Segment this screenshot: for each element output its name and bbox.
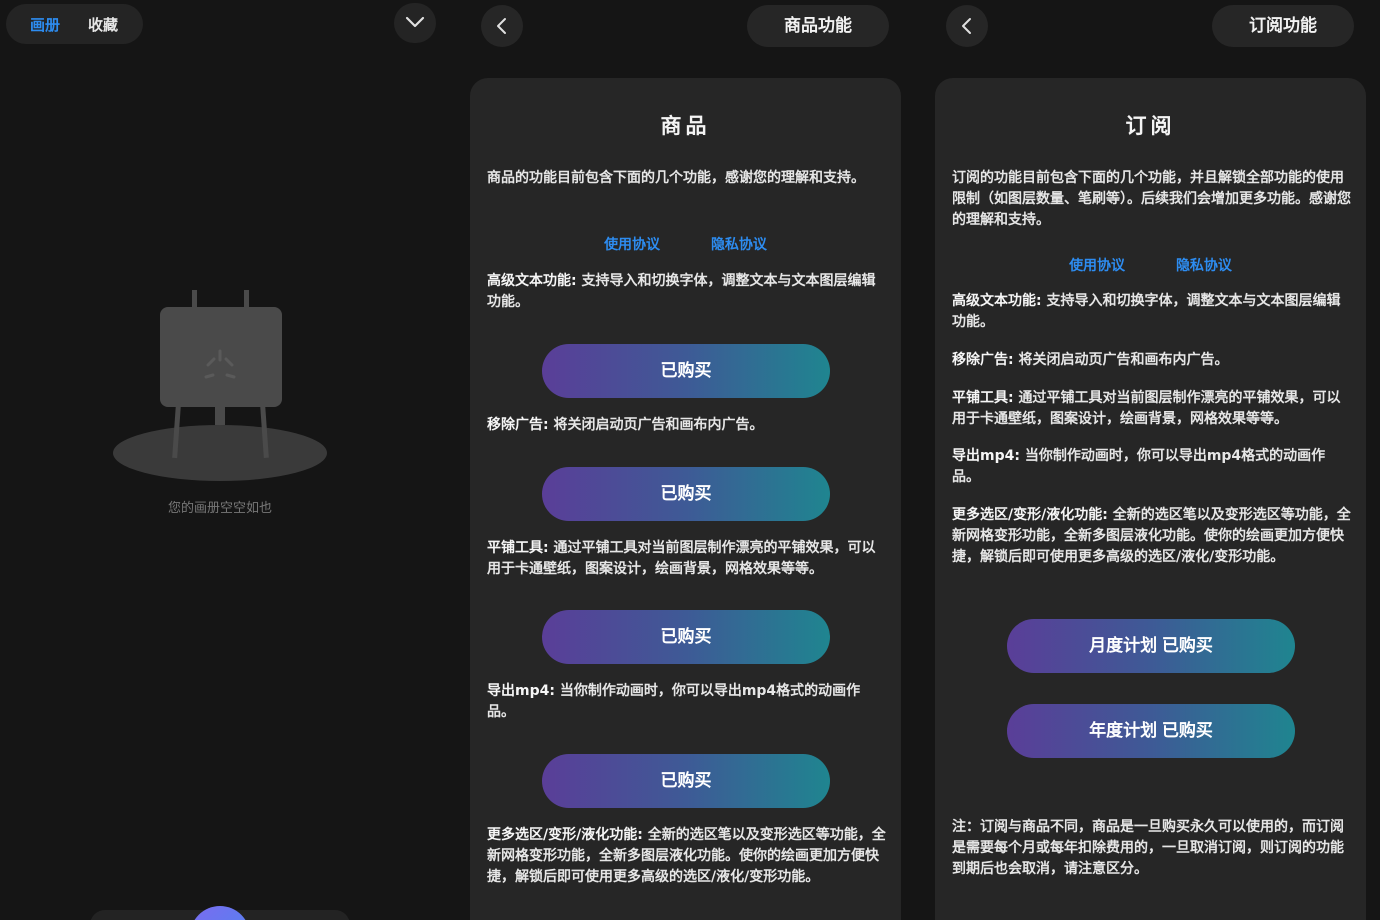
feature-text: 平铺工具: 通过平铺工具对当前图层制作漂亮的平铺效果，可以用于卡通壁纸，图案设计… (952, 388, 1352, 430)
purchase-button[interactable]: 已购买 (542, 754, 830, 808)
feature-name: 更多选区/变形/液化功能: (487, 827, 643, 843)
products-panel: 商品功能 商品 商品的功能目前包含下面的几个功能，感谢您的理解和支持。 使用协议… (460, 0, 915, 920)
feature-name: 移除广告: (952, 352, 1014, 368)
feature-text: 导出mp4: 当你制作动画时，你可以导出mp4格式的动画作品。 (952, 446, 1352, 488)
back-button[interactable] (946, 5, 988, 47)
purchase-button[interactable]: 已购买 (542, 344, 830, 398)
yearly-plan-button[interactable]: 年度计划 已购买 (1007, 704, 1295, 758)
subscription-card: 订阅 订阅的功能目前包含下面的几个功能，并且解锁全部功能的使用限制（如图层数量、… (935, 78, 1366, 920)
privacy-link[interactable]: 隐私协议 (711, 237, 767, 253)
intro-text: 订阅的功能目前包含下面的几个功能，并且解锁全部功能的使用限制（如图层数量、笔刷等… (952, 170, 1351, 228)
back-button[interactable] (481, 5, 523, 47)
feature-name: 更多选区/变形/液化功能: (952, 507, 1108, 523)
feature-name: 平铺工具: (952, 390, 1014, 406)
tab-favorites[interactable]: 收藏 (88, 16, 118, 34)
feature-name: 导出mp4: (487, 683, 555, 699)
subscriptions-panel: 订阅功能 订阅 订阅的功能目前包含下面的几个功能，并且解锁全部功能的使用限制（如… (925, 0, 1380, 920)
product-card: 商品 商品的功能目前包含下面的几个功能，感谢您的理解和支持。 使用协议 隐私协议… (470, 78, 901, 920)
subscription-note: 注：订阅与商品不同，商品是一旦购买永久可以使用的，而订阅是需要每个月或每年扣除费… (952, 819, 1344, 877)
chevron-left-icon (497, 18, 506, 34)
chevron-down-icon (405, 16, 425, 28)
agreement-links: 使用协议 隐私协议 (470, 234, 901, 254)
header-title: 商品功能 (747, 5, 889, 47)
monthly-plan-button[interactable]: 月度计划 已购买 (1007, 619, 1295, 673)
card-title: 商品 (660, 114, 711, 138)
purchase-button[interactable]: 已购买 (542, 467, 830, 521)
feature-name: 高级文本功能: (487, 273, 577, 289)
agreement-links: 使用协议 隐私协议 (935, 255, 1366, 275)
tab-gallery[interactable]: 画册 (30, 16, 60, 34)
terms-link[interactable]: 使用协议 (604, 237, 660, 253)
feature-name: 高级文本功能: (952, 293, 1042, 309)
feature-text: 移除广告: 将关闭启动页广告和画布内广告。 (952, 350, 1352, 371)
intro-text: 商品的功能目前包含下面的几个功能，感谢您的理解和支持。 (487, 170, 865, 186)
feature-text: 高级文本功能: 支持导入和切换字体，调整文本与文本图层编辑功能。 (487, 271, 887, 313)
card-title: 订阅 (1125, 114, 1176, 138)
feature-name: 移除广告: (487, 417, 549, 433)
purchase-button[interactable]: 已购买 (542, 610, 830, 664)
feature-desc: 将关闭启动页广告和画布内广告。 (1018, 352, 1229, 368)
empty-gallery-text: 您的画册空空如也 (167, 501, 272, 516)
feature-text: 高级文本功能: 支持导入和切换字体，调整文本与文本图层编辑功能。 (952, 291, 1352, 333)
empty-easel-icon (113, 290, 327, 481)
feature-text: 导出mp4: 当你制作动画时，你可以导出mp4格式的动画作品。 (487, 681, 887, 723)
gallery-tab-switch: 画册 收藏 (6, 4, 143, 44)
chevron-left-icon (962, 18, 971, 34)
feature-text: 移除广告: 将关闭启动页广告和画布内广告。 (487, 415, 887, 436)
feature-text: 平铺工具: 通过平铺工具对当前图层制作漂亮的平铺效果，可以用于卡通壁纸，图案设计… (487, 538, 887, 580)
dropdown-button[interactable] (394, 3, 436, 43)
header-title: 订阅功能 (1212, 5, 1354, 47)
feature-text: 更多选区/变形/液化功能: 全新的选区笔以及变形选区等功能，全新网格变形功能，全… (952, 505, 1352, 568)
feature-name: 平铺工具: (487, 540, 549, 556)
feature-desc: 将关闭启动页广告和画布内广告。 (553, 417, 764, 433)
gallery-panel: 画册 收藏 您的画册空空如也 (0, 0, 455, 920)
privacy-link[interactable]: 隐私协议 (1176, 258, 1232, 274)
feature-name: 导出mp4: (952, 448, 1020, 464)
feature-text: 更多选区/变形/液化功能: 全新的选区笔以及变形选区等功能，全新网格变形功能，全… (487, 825, 887, 888)
terms-link[interactable]: 使用协议 (1069, 258, 1125, 274)
